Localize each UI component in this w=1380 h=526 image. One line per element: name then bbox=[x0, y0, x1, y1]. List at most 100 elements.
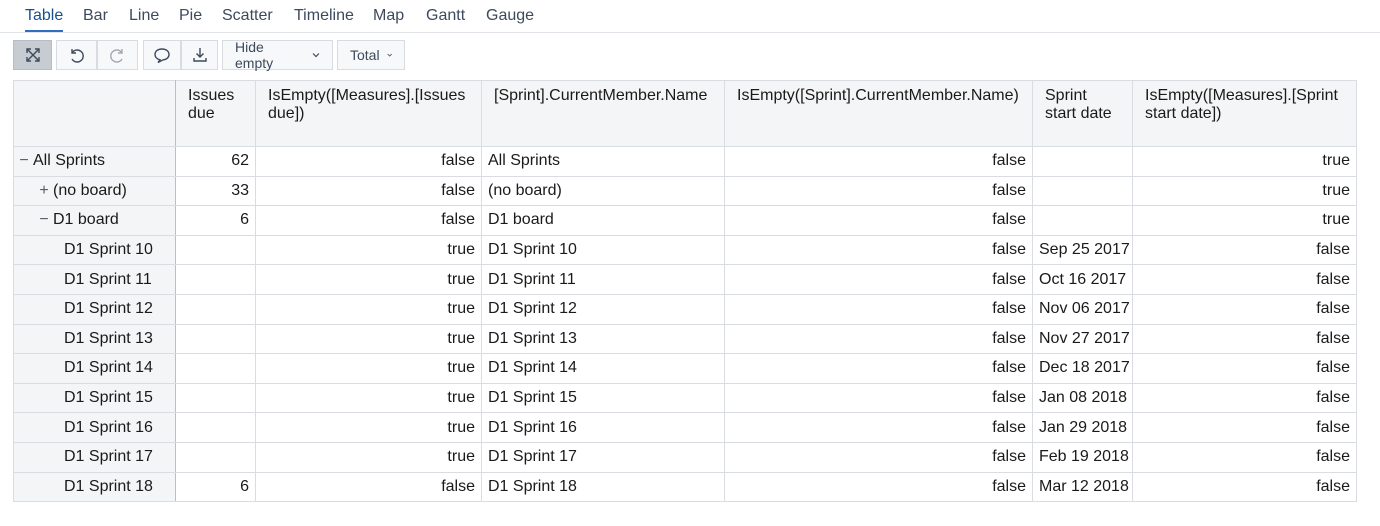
table-cell: Nov 27 2017 bbox=[1032, 323, 1133, 355]
table-cell: false bbox=[1132, 323, 1357, 355]
table-cell: Sep 25 2017 bbox=[1032, 234, 1133, 266]
table-cell bbox=[175, 412, 256, 443]
table-cell: true bbox=[255, 293, 482, 325]
hide-empty-dropdown[interactable]: Hide empty bbox=[222, 39, 333, 71]
table-cell: false bbox=[255, 471, 482, 503]
table-row: D1 Sprint 10 true D1 Sprint 10 false Sep 25 … bbox=[13, 234, 1357, 266]
row-label: D1 Sprint 15 bbox=[64, 389, 153, 407]
table-cell: false bbox=[724, 353, 1033, 384]
tab-pie[interactable]: Pie bbox=[179, 6, 202, 32]
table-cell: Dec 18 2017 bbox=[1032, 353, 1133, 384]
table-cell bbox=[175, 264, 256, 295]
column-header[interactable]: Issues due bbox=[175, 80, 256, 147]
row-header[interactable]: D1 Sprint 10 bbox=[13, 234, 176, 266]
row-header[interactable]: D1 Sprint 17 bbox=[13, 441, 176, 473]
tab-gantt[interactable]: Gantt bbox=[426, 6, 465, 32]
table-cell: D1 Sprint 11 bbox=[481, 264, 725, 295]
table-cell: D1 Sprint 18 bbox=[481, 471, 725, 503]
column-header[interactable]: [Sprint].CurrentMember.Name bbox=[481, 80, 725, 147]
table-cell: false bbox=[1132, 234, 1357, 266]
table-cell: false bbox=[724, 323, 1033, 355]
row-label: D1 Sprint 18 bbox=[64, 477, 153, 495]
comment-button[interactable] bbox=[143, 40, 181, 70]
tab-map[interactable]: Map bbox=[373, 6, 404, 32]
table-cell: false bbox=[724, 205, 1033, 236]
row-header[interactable]: D1 Sprint 16 bbox=[13, 412, 176, 443]
column-header[interactable]: Sprint start date bbox=[1032, 80, 1133, 147]
row-label: D1 Sprint 17 bbox=[64, 448, 153, 466]
table-cell: D1 Sprint 16 bbox=[481, 412, 725, 443]
table-cell: true bbox=[255, 441, 482, 473]
column-header[interactable]: IsEmpty([Measures].[Issues due]) bbox=[255, 80, 482, 147]
table-cell: true bbox=[255, 353, 482, 384]
table-cell bbox=[175, 234, 256, 266]
table-cell: D1 Sprint 10 bbox=[481, 234, 725, 266]
tab-bar[interactable]: Bar bbox=[83, 6, 108, 32]
tab-gauge[interactable]: Gauge bbox=[486, 6, 534, 32]
row-header[interactable]: + (no board) bbox=[13, 175, 176, 207]
column-header[interactable]: IsEmpty([Measures].[Sprint start date]) bbox=[1132, 80, 1357, 147]
row-header[interactable]: D1 Sprint 11 bbox=[13, 264, 176, 295]
table-row: D1 Sprint 11 true D1 Sprint 11 false Oct 16 … bbox=[13, 264, 1357, 295]
table-cell: 6 bbox=[175, 471, 256, 503]
table-cell: false bbox=[724, 234, 1033, 266]
chevron-down-icon bbox=[312, 53, 320, 58]
results-table-container: Issues due IsEmpty([Measures].[Issues du… bbox=[13, 80, 1357, 503]
table-cell: true bbox=[255, 382, 482, 414]
table-cell: false bbox=[724, 382, 1033, 414]
table-cell: false bbox=[724, 441, 1033, 473]
table-cell: false bbox=[255, 205, 482, 236]
table-cell: false bbox=[1132, 441, 1357, 473]
table-row: − All Sprints 62 false All Sprints false true bbox=[13, 146, 1357, 177]
row-header[interactable]: D1 Sprint 14 bbox=[13, 353, 176, 384]
header-row: Issues due IsEmpty([Measures].[Issues du… bbox=[13, 80, 1357, 147]
column-header[interactable]: IsEmpty([Sprint].CurrentMember.Name) bbox=[724, 80, 1033, 147]
table-cell: false bbox=[1132, 293, 1357, 325]
table-row: D1 Sprint 14 true D1 Sprint 14 false Dec 18 … bbox=[13, 353, 1357, 384]
tab-table[interactable]: Table bbox=[25, 6, 64, 32]
undo-button[interactable] bbox=[56, 40, 97, 70]
fullscreen-button[interactable] bbox=[13, 40, 52, 70]
table-cell: false bbox=[1132, 353, 1357, 384]
total-dropdown[interactable]: Total bbox=[337, 40, 405, 70]
row-header[interactable]: D1 Sprint 18 bbox=[13, 471, 176, 503]
redo-button[interactable] bbox=[97, 40, 138, 70]
table-cell: D1 Sprint 13 bbox=[481, 323, 725, 355]
row-label: D1 Sprint 13 bbox=[64, 329, 153, 347]
table-cell: false bbox=[724, 175, 1033, 207]
undo-icon bbox=[71, 48, 84, 63]
chevron-down-icon bbox=[386, 53, 392, 57]
tab-line[interactable]: Line bbox=[129, 6, 159, 32]
collapse-icon[interactable]: − bbox=[18, 152, 30, 170]
table-row: D1 Sprint 15 true D1 Sprint 15 false Jan 08 … bbox=[13, 382, 1357, 414]
export-button[interactable] bbox=[181, 40, 218, 70]
row-label: D1 Sprint 10 bbox=[64, 241, 153, 259]
row-header[interactable]: D1 Sprint 15 bbox=[13, 382, 176, 414]
expand-icon[interactable]: + bbox=[38, 182, 50, 200]
corner-header bbox=[13, 80, 176, 147]
table-cell: false bbox=[1132, 382, 1357, 414]
redo-icon bbox=[110, 48, 123, 63]
table-cell bbox=[175, 382, 256, 414]
table-cell: Jan 08 2018 bbox=[1032, 382, 1133, 414]
table-row: D1 Sprint 12 true D1 Sprint 12 false Nov 06 … bbox=[13, 293, 1357, 325]
table-cell bbox=[1032, 175, 1133, 207]
view-tabs: Table Bar Line Pie Scatter Timeline Map … bbox=[0, 0, 1380, 33]
table-cell: D1 board bbox=[481, 205, 725, 236]
tab-timeline[interactable]: Timeline bbox=[294, 6, 354, 32]
tab-scatter[interactable]: Scatter bbox=[222, 6, 273, 32]
table-cell: false bbox=[1132, 471, 1357, 503]
table-row: D1 Sprint 18 6 false D1 Sprint 18 false Mar 1… bbox=[13, 471, 1357, 503]
table-cell bbox=[1032, 205, 1133, 236]
table-cell: 6 bbox=[175, 205, 256, 236]
row-label: D1 Sprint 12 bbox=[64, 300, 153, 318]
table-cell: false bbox=[1132, 264, 1357, 295]
collapse-icon[interactable]: − bbox=[38, 211, 50, 229]
table-cell: 33 bbox=[175, 175, 256, 207]
table-cell: All Sprints bbox=[481, 146, 725, 177]
row-header[interactable]: D1 Sprint 13 bbox=[13, 323, 176, 355]
table-cell: true bbox=[255, 323, 482, 355]
row-header[interactable]: − All Sprints bbox=[13, 146, 176, 177]
row-header[interactable]: D1 Sprint 12 bbox=[13, 293, 176, 325]
row-header[interactable]: − D1 board bbox=[13, 205, 176, 236]
